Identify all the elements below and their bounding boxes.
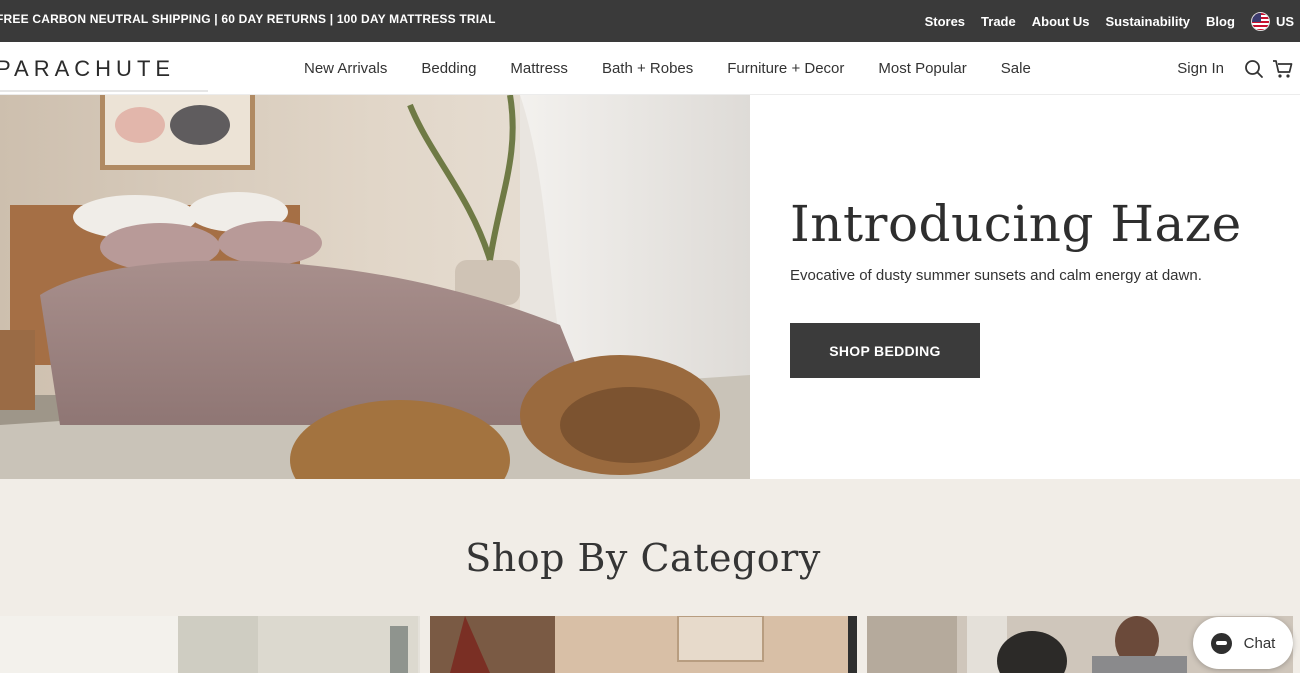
nav-item-bedding[interactable]: Bedding bbox=[421, 60, 476, 77]
chat-button[interactable]: Chat bbox=[1193, 617, 1293, 669]
chat-label: Chat bbox=[1243, 634, 1276, 652]
hero-image bbox=[0, 95, 750, 479]
shop-by-category-section: Shop By Category bbox=[0, 479, 1300, 673]
account-actions: Sign In bbox=[1177, 42, 1294, 95]
utility-nav: Stores Trade About Us Sustainability Blo… bbox=[925, 0, 1300, 42]
nav-item-most-popular[interactable]: Most Popular bbox=[878, 60, 966, 77]
locale-label: US bbox=[1275, 13, 1294, 29]
chat-icon bbox=[1210, 632, 1232, 654]
shop-bedding-button[interactable]: SHOP BEDDING bbox=[790, 323, 980, 378]
us-flag-icon bbox=[1250, 11, 1270, 31]
search-icon[interactable] bbox=[1244, 59, 1264, 79]
main-nav: PARACHUTE New Arrivals Bedding Mattress … bbox=[0, 42, 1300, 95]
nav-item-new-arrivals[interactable]: New Arrivals bbox=[304, 60, 387, 77]
stores-link[interactable]: Stores bbox=[925, 14, 965, 29]
hero-copy: Introducing Haze Evocative of dusty summ… bbox=[790, 195, 1290, 284]
nav-item-mattress[interactable]: Mattress bbox=[510, 60, 568, 77]
nav-item-sale[interactable]: Sale bbox=[1001, 60, 1031, 77]
brand-logo[interactable]: PARACHUTE bbox=[0, 56, 175, 82]
promo-text: FREE CARBON NEUTRAL SHIPPING | 60 DAY RE… bbox=[0, 12, 496, 26]
category-menu: New Arrivals Bedding Mattress Bath + Rob… bbox=[304, 42, 1065, 95]
announcement-bar: FREE CARBON NEUTRAL SHIPPING | 60 DAY RE… bbox=[0, 0, 1300, 42]
blog-link[interactable]: Blog bbox=[1206, 14, 1235, 29]
trade-link[interactable]: Trade bbox=[981, 14, 1016, 29]
hero-title: Introducing Haze bbox=[790, 195, 1242, 253]
sign-in-link[interactable]: Sign In bbox=[1177, 60, 1224, 77]
about-us-link[interactable]: About Us bbox=[1032, 14, 1090, 29]
logo-underline bbox=[0, 90, 208, 92]
hero-subtitle: Evocative of dusty summer sunsets and ca… bbox=[790, 267, 1202, 284]
category-tile-2[interactable] bbox=[430, 616, 857, 673]
section-title: Shop By Category bbox=[465, 536, 821, 580]
cart-icon[interactable] bbox=[1272, 59, 1294, 79]
sustainability-link[interactable]: Sustainability bbox=[1106, 14, 1191, 29]
nav-item-furniture-decor[interactable]: Furniture + Decor bbox=[727, 60, 844, 77]
category-tile-1[interactable] bbox=[0, 616, 420, 673]
nav-item-bath-robes[interactable]: Bath + Robes bbox=[602, 60, 693, 77]
locale-selector[interactable]: US bbox=[1250, 11, 1294, 31]
